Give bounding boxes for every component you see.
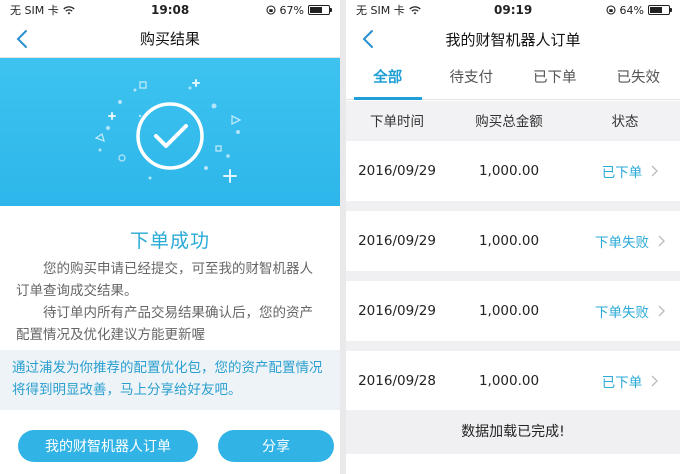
page-title: 购买结果: [139, 30, 200, 48]
header-status: 状态: [611, 114, 639, 130]
tab-ordered[interactable]: 已下单: [513, 58, 597, 99]
row-divider: [346, 341, 680, 351]
status-time: 19:08: [151, 3, 190, 17]
wifi-icon: [409, 6, 421, 15]
success-title: 下单成功: [129, 230, 210, 252]
status-bar: 无 SIM 卡 09:19 64%: [346, 0, 680, 20]
table-row[interactable]: 2016/09/29 1,000.00 下单失败: [346, 211, 680, 271]
status-bar: 无 SIM 卡 19:08 67%: [0, 0, 340, 20]
my-orders-button[interactable]: 我的财智机器人订单: [18, 430, 198, 462]
chevron-right-icon: [658, 305, 665, 317]
header-order-time: 下单时间: [370, 114, 424, 130]
battery-percent: 67%: [279, 3, 304, 17]
header-total-amount: 购买总金额: [475, 114, 543, 130]
order-amount: 1,000.00: [478, 303, 540, 319]
back-arrow-icon[interactable]: [358, 28, 380, 50]
order-date: 2016/09/28: [358, 373, 436, 389]
order-date: 2016/09/29: [358, 233, 436, 249]
back-arrow-icon[interactable]: [12, 28, 34, 50]
order-date: 2016/09/29: [358, 303, 436, 319]
order-filter-tabs: 全部 待支付 已下单 已失效: [346, 58, 680, 100]
load-complete-message: 数据加载已完成!: [346, 410, 680, 454]
update-notice: 待订单内所有产品交易结果确认后，您的资产配置情况及优化建议方能更新喔: [16, 305, 313, 343]
tab-pending-payment[interactable]: 待支付: [430, 58, 514, 99]
chevron-right-icon: [651, 375, 659, 387]
orders-screen: 无 SIM 卡 09:19 64% 我的财智机器人订单 全部 待支付 已下单 已…: [346, 0, 680, 474]
table-header: 下单时间 购买总金额 状态: [346, 101, 680, 139]
table-row[interactable]: 2016/09/29 1,000.00 已下单: [346, 141, 680, 201]
tab-all[interactable]: 全部: [346, 58, 430, 100]
status-time: 09:19: [494, 3, 533, 17]
order-status: 下单失败: [595, 235, 649, 251]
order-status: 下单失败: [595, 305, 649, 321]
purchase-result-screen: 无 SIM 卡 19:08 67% 购买结果 下单成功 您的购买申请已经提交，可…: [0, 0, 340, 474]
table-row[interactable]: 2016/09/29 1,000.00 下单失败: [346, 281, 680, 341]
submission-message: 您的购买申请已经提交，可至我的财智机器人订单查询成交结果。: [16, 261, 313, 299]
tab-expired[interactable]: 已失效: [597, 58, 680, 99]
table-row[interactable]: 2016/09/28 1,000.00 已下单: [346, 351, 680, 411]
order-date: 2016/09/29: [358, 163, 436, 179]
chevron-right-icon: [651, 165, 659, 177]
nav-bar: 购买结果: [0, 20, 340, 58]
nav-bar: 我的财智机器人订单: [346, 20, 680, 58]
order-amount: 1,000.00: [478, 373, 540, 389]
row-divider: [346, 201, 680, 211]
carrier-label: 无 SIM 卡: [356, 4, 405, 17]
share-button[interactable]: 分享: [218, 430, 334, 462]
chevron-right-icon: [658, 235, 665, 247]
carrier-label: 无 SIM 卡: [10, 4, 59, 17]
order-amount: 1,000.00: [478, 233, 540, 249]
wifi-icon: [63, 6, 75, 15]
order-amount: 1,000.00: [478, 163, 540, 179]
promo-banner: 通过浦发为你推荐的配置优化包，您的资产配置情况将得到明显改善，马上分享给好友吧。: [0, 350, 340, 410]
rotation-lock-icon: [265, 5, 276, 15]
rotation-lock-icon: [605, 5, 616, 15]
success-illustration: [0, 58, 340, 206]
battery-percent: 64%: [619, 3, 644, 17]
battery-icon: [308, 5, 332, 15]
row-divider: [346, 271, 680, 281]
checkmark-icon: [94, 79, 242, 183]
page-title: 我的财智机器人订单: [445, 30, 581, 49]
battery-icon: [648, 5, 672, 15]
order-status: 已下单: [601, 165, 643, 181]
order-status: 已下单: [601, 375, 643, 391]
